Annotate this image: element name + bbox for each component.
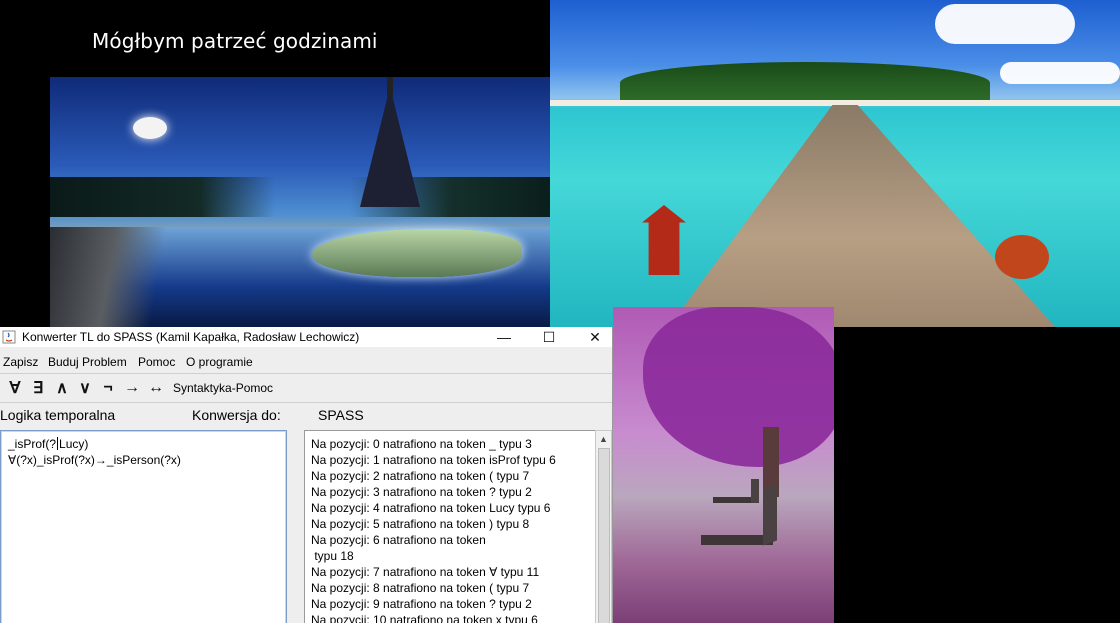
source-language-label: Logika temporalna bbox=[0, 407, 116, 423]
exists-button[interactable]: ∃ bbox=[29, 378, 47, 398]
forall-button[interactable]: ∀ bbox=[6, 378, 24, 398]
target-language-label[interactable]: SPASS bbox=[318, 407, 364, 423]
output-line: Na pozycji: 0 natrafiono na token _ typu… bbox=[311, 437, 532, 451]
shore bbox=[50, 227, 200, 327]
tropical-pier-photo bbox=[550, 0, 1120, 327]
divider bbox=[0, 373, 612, 374]
output-scrollbar[interactable]: ▲ bbox=[595, 430, 612, 623]
output-line: Na pozycji: 8 natrafiono na token ( typu… bbox=[311, 581, 530, 595]
output-line: Na pozycji: 1 natrafiono na token isProf… bbox=[311, 453, 556, 467]
eiffel-tower-top bbox=[387, 77, 393, 97]
converter-window: Konwerter TL do SPASS (Kamil Kapałka, Ra… bbox=[0, 327, 613, 623]
output-line: Na pozycji: 10 natrafiono na token x typ… bbox=[311, 613, 538, 623]
menu-buduj-problem[interactable]: Buduj Problem bbox=[48, 355, 127, 369]
not-button[interactable]: ¬ bbox=[99, 378, 117, 398]
output-line: typu 18 bbox=[311, 549, 354, 563]
convert-to-label: Konwersja do: bbox=[192, 407, 281, 423]
eiffel-tower bbox=[360, 87, 420, 207]
and-button[interactable]: ∧ bbox=[53, 378, 71, 398]
purple-canopy bbox=[643, 307, 834, 467]
syntax-help-button[interactable]: Syntaktyka-Pomoc bbox=[173, 381, 273, 395]
bench-front bbox=[701, 484, 797, 567]
futuristic-boat bbox=[312, 229, 522, 277]
output-line: Na pozycji: 6 natrafiono na token bbox=[311, 533, 486, 547]
trees bbox=[50, 177, 550, 217]
cloud bbox=[935, 4, 1075, 44]
formula-line-1: _isProf(? Lucy) bbox=[8, 437, 89, 451]
minimize-button[interactable]: — bbox=[482, 327, 526, 347]
maximize-button[interactable]: ☐ bbox=[527, 327, 571, 347]
text-caret bbox=[57, 437, 59, 450]
or-button[interactable]: ∨ bbox=[76, 378, 94, 398]
scroll-up-icon[interactable]: ▲ bbox=[596, 431, 611, 446]
close-button[interactable]: ✕ bbox=[573, 327, 612, 347]
title-bar[interactable]: Konwerter TL do SPASS (Kamil Kapałka, Ra… bbox=[0, 327, 612, 347]
menu-o-programie[interactable]: O programie bbox=[186, 355, 253, 369]
wooden-pier bbox=[668, 105, 1055, 327]
menu-bar: Zapisz Buduj Problem Pomoc O programie bbox=[0, 352, 612, 372]
token-output[interactable]: Na pozycji: 0 natrafiono na token _ typu… bbox=[304, 430, 596, 623]
divider bbox=[0, 402, 612, 403]
java-icon bbox=[2, 330, 16, 344]
toolbar: ∀ ∃ ∧ ∨ ¬ → ↔ Syntaktyka-Pomoc bbox=[0, 375, 612, 401]
menu-pomoc[interactable]: Pomoc bbox=[138, 355, 175, 369]
menu-zapisz[interactable]: Zapisz bbox=[3, 355, 38, 369]
paris-eiffel-photo bbox=[50, 77, 550, 327]
output-line: Na pozycji: 2 natrafiono na token ( typu… bbox=[311, 469, 530, 483]
implies-button[interactable]: → bbox=[123, 378, 141, 398]
output-line: Na pozycji: 3 natrafiono na token ? typu… bbox=[311, 485, 532, 499]
scrollbar-thumb[interactable] bbox=[598, 448, 610, 623]
iff-button[interactable]: ↔ bbox=[147, 378, 165, 398]
cloud bbox=[1000, 62, 1120, 84]
desktop-banner-text: Mógłbym patrzeć godzinami bbox=[92, 29, 378, 53]
red-lantern bbox=[642, 205, 686, 275]
formula-input[interactable]: _isProf(? Lucy) ∀(?x)_isProf(?x)→_isPerso… bbox=[0, 430, 287, 623]
output-line: Na pozycji: 5 natrafiono na token ) typu… bbox=[311, 517, 530, 531]
clay-pot bbox=[995, 235, 1049, 279]
moon bbox=[133, 117, 167, 139]
output-line: Na pozycji: 7 natrafiono na token ∀ typu… bbox=[311, 565, 540, 579]
island bbox=[620, 62, 990, 104]
output-line: Na pozycji: 9 natrafiono na token ? typu… bbox=[311, 597, 532, 611]
window-title: Konwerter TL do SPASS (Kamil Kapałka, Ra… bbox=[22, 330, 360, 344]
output-line: Na pozycji: 4 natrafiono na token Lucy t… bbox=[311, 501, 551, 515]
formula-line-2: ∀(?x)_isProf(?x)→_isPerson(?x) bbox=[8, 453, 181, 467]
purple-tree-bench-photo bbox=[613, 307, 834, 623]
